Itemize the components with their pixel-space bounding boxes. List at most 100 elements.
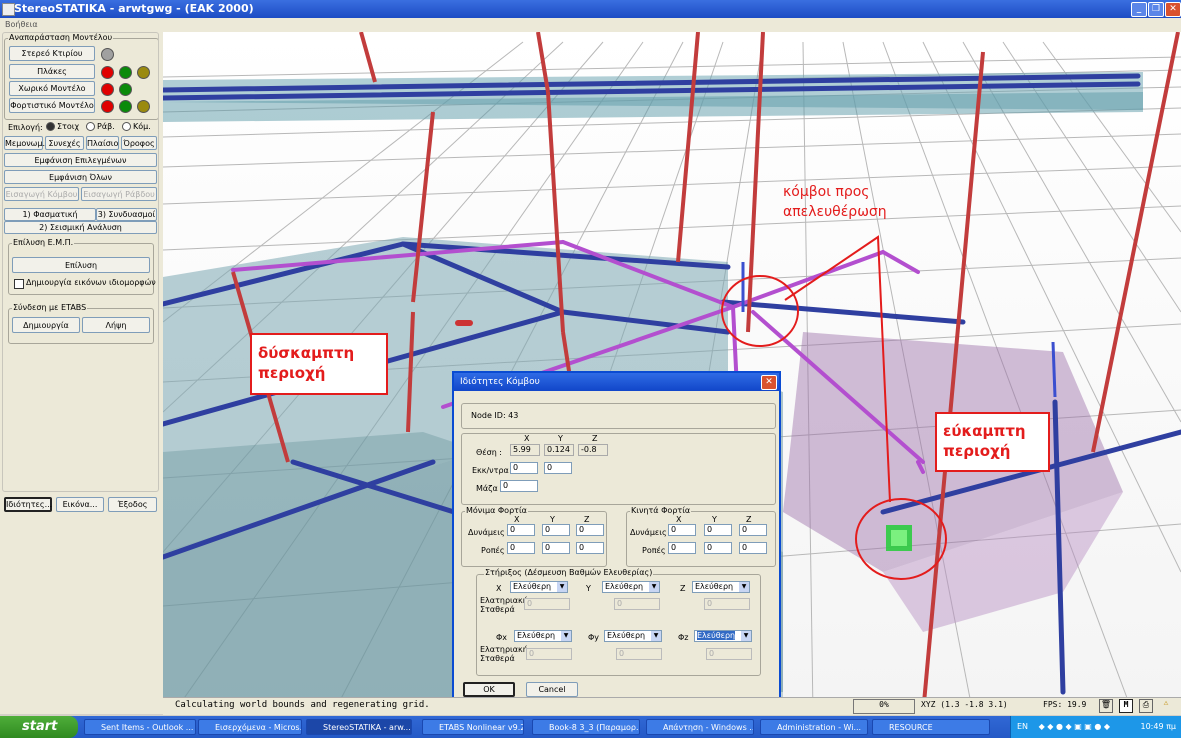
support-y-select[interactable]: Ελεύθερη ▼ [602,581,660,593]
task-resource[interactable]: RESOURCE [872,719,990,735]
control-panel: Αναπαράσταση Μοντέλου Στερεό Κτιρίου Πλά… [0,32,163,714]
support-z-select[interactable]: Ελεύθερη ▼ [692,581,750,593]
perm-force-z[interactable]: 0 [576,524,604,536]
support-x-select[interactable]: Ελεύθερη ▼ [510,581,568,593]
support-phiz-select[interactable]: Ελεύθερη ▼ [694,630,752,642]
dialog-title: Ιδιότητες Κόμβου [460,377,540,387]
spring-phiz-field: 0 [706,648,752,660]
status-bar: Calculating world bounds and regeneratin… [163,697,1181,715]
maximize-button[interactable]: ❐ [1148,2,1164,17]
mass-field[interactable]: 0 [500,480,538,492]
taskbar: start Sent Items - Outlook ... Εισερχόμε… [0,716,1181,738]
menu-help[interactable]: Βοήθεια [5,20,38,29]
chevron-down-icon: ▼ [557,582,567,592]
task-book[interactable]: Book-8 3_3 (Παραμορ... [532,719,640,735]
ecc-1-field[interactable]: 0 [510,462,538,474]
pos-z-field: -0.8 [578,444,608,456]
perm-moment-y[interactable]: 0 [542,542,570,554]
col-y: Y [558,434,563,443]
live-moment-y[interactable]: 0 [704,542,732,554]
chevron-down-icon: ▼ [739,582,749,592]
task-administration[interactable]: Administration - Wi... [760,719,868,735]
language-indicator[interactable]: EN [1017,722,1028,731]
pos-y-field: 0.124 [544,444,574,456]
live-col-y: Y [712,515,717,524]
node-properties-dialog: Ιδιότητες Κόμβου ✕ Node ID: 43 X Y Z Θέσ… [452,371,781,705]
menubar: Βοήθεια [0,18,1181,32]
live-col-x: X [676,515,682,524]
tray-icons[interactable]: ◆ ◆ ● ◆ ▣ ▣ ● ◆ [1039,722,1111,731]
window-title: StereoSTATIKA - arwtgwg - (EAK 2000) [14,2,254,15]
support-z-label: Z [680,584,686,593]
ecc-2-field[interactable]: 0 [544,462,572,474]
live-col-z: Z [746,515,752,524]
model-icon[interactable]: M [1119,699,1133,713]
start-button[interactable]: start [0,716,78,738]
live-force-y[interactable]: 0 [704,524,732,536]
spring-z-field: 0 [704,598,750,610]
window-titlebar: StereoSTATIKA - arwtgwg - (EAK 2000) _ ❐… [0,0,1181,18]
exit-button[interactable]: Έξοδος [108,497,157,512]
chevron-down-icon: ▼ [651,631,661,641]
rigid-area-annotation: δύσκαμπτη περιοχή [250,333,388,395]
mass-label: Μάζα : [476,484,504,493]
live-force-z[interactable]: 0 [739,524,767,536]
dialog-titlebar: Ιδιότητες Κόμβου ✕ [454,373,779,391]
cancel-button[interactable]: Cancel [526,682,578,697]
perm-force-x[interactable]: 0 [507,524,535,536]
live-loads-frame [626,511,776,567]
image-button[interactable]: Εικόνα... [56,497,104,512]
close-button[interactable]: ✕ [1165,2,1181,17]
perm-force-y[interactable]: 0 [542,524,570,536]
perm-forces-label: Δυνάμεις [468,528,505,537]
perm-moments-label: Ροπές [481,546,505,555]
spring-y-field: 0 [614,598,660,610]
support-x-label: X [496,584,502,593]
col-x: X [524,434,530,443]
perm-col-x: X [514,515,520,524]
spring-label-rotation: Ελατηριακή Σταθερά [480,645,528,663]
perm-moment-z[interactable]: 0 [576,542,604,554]
position-label: Θέση : [476,448,502,457]
task-stereostatika[interactable]: StereoSTATIKA - arw... [306,719,412,735]
dialog-close-button[interactable]: ✕ [761,375,777,390]
flexible-area-annotation: εύκαμπτη περιοχή [935,412,1050,472]
task-outlook-sent[interactable]: Sent Items - Outlook ... [84,719,196,735]
task-outlook-inbox[interactable]: Εισερχόμενα - Micros... [198,719,302,735]
progress-percent: 0% [853,699,915,714]
live-loads-label: Κινητά Φορτία [630,506,692,515]
pos-x-field: 5.99 [510,444,540,456]
task-etabs[interactable]: ETABS Nonlinear v9.2... [422,719,524,735]
live-moments-label: Ροπές [642,546,666,555]
spring-x-field: 0 [524,598,570,610]
spring-phiy-field: 0 [616,648,662,660]
spring-phix-field: 0 [526,648,572,660]
col-z: Z [592,434,598,443]
print-icon[interactable]: ⎙ [1139,699,1153,713]
perm-moment-x[interactable]: 0 [507,542,535,554]
support-phix-select[interactable]: Ελεύθερη ▼ [514,630,572,642]
permanent-loads-label: Μόνιμα Φορτία [465,506,528,515]
warning-icon[interactable]: ⚠ [1159,698,1173,712]
support-phiy-select[interactable]: Ελεύθερη ▼ [604,630,662,642]
live-moment-z[interactable]: 0 [739,542,767,554]
perm-col-y: Y [550,515,555,524]
live-force-x[interactable]: 0 [668,524,696,536]
trash-icon[interactable]: 🗑 [1099,699,1113,713]
nodes-annotation-line2: απελευθέρωση [783,204,887,220]
eccentricity-label: Εκκ/ντρα : [472,466,515,475]
properties-button[interactable]: Ιδιότητες... [4,497,52,512]
system-tray: EN ◆ ◆ ● ◆ ▣ ▣ ● ◆ 10:49 πμ [1010,716,1181,738]
task-reply[interactable]: Απάντηση - Windows ... [646,719,754,735]
status-message: Calculating world bounds and regeneratin… [175,700,430,710]
support-label: Στήριξος (Δέσμευση Βαθμών Ελευθερίας) [484,568,654,577]
minimize-button[interactable]: _ [1131,2,1147,17]
chevron-down-icon: ▼ [741,631,751,641]
panel-frame [2,32,159,492]
live-moment-x[interactable]: 0 [668,542,696,554]
live-forces-label: Δυνάμεις [630,528,667,537]
support-phix-label: Φx [496,633,508,642]
support-phiz-label: Φz [678,633,689,642]
ok-button[interactable]: OK [463,682,515,697]
xyz-readout: XYZ (1.3 -1.8 3.1) [921,700,1008,709]
